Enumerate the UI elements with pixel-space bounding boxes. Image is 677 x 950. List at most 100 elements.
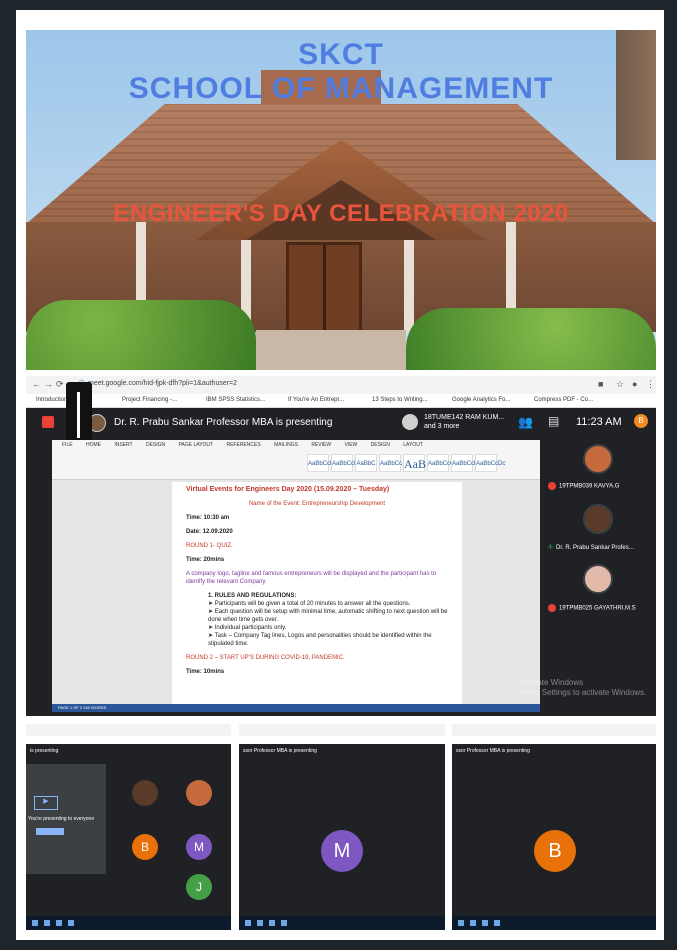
participant-avatar: M [321,830,363,872]
doc-rule: ➤ Participants will be given a total of … [208,601,411,607]
meet-header: Dr. R. Prabu Sankar Professor MBA is pre… [26,408,656,438]
joiner-avatar [402,414,418,430]
participant-avatar: M [186,834,212,860]
word-statusbar: PAGE 1 OF 2 240 WORDS [52,704,540,712]
presenting-label: ssor Professor MBA is presenting [456,748,530,754]
style-title[interactable]: AaB [403,454,426,472]
browser-toolbar: ← → ⟳ 🔒 meet.google.com/hid-fjpk-dfh?pli… [26,376,656,394]
bookmark[interactable]: IBM SPSS Statistics... [206,397,265,403]
document-page[interactable]: Virtual Events for Engineers Day 2020 (1… [172,482,462,712]
joiner-more: and 3 more [424,423,460,430]
taskbar-app-icon[interactable] [56,920,62,926]
profile-icon[interactable]: ● [632,379,637,389]
participant-name: ✣ Dr. R. Prabu Sankar Profes... [548,545,634,551]
speaking-icon: ✣ [548,545,554,551]
camera-icon[interactable]: ■ [598,379,603,389]
doc-rules-title: 1. RULES AND REGULATIONS: [208,593,297,599]
star-icon[interactable]: ☆ [616,379,624,390]
hedge [26,300,256,370]
hedge [406,308,656,370]
people-icon[interactable]: 👥 [518,415,533,429]
participant-avatar [132,780,158,806]
ribbon-tab[interactable]: REVIEW [311,442,331,448]
participant-avatar [583,564,613,594]
ribbon-tab[interactable]: VIEW [344,442,357,448]
mic-off-icon [548,482,556,490]
activate-title: Activate Windows [520,678,584,687]
joiner-name: 18TUME142 RAM KUM... [424,414,505,421]
taskbar-app-icon[interactable] [281,920,287,926]
walkway [256,330,406,370]
style-subtitle[interactable]: AaBbCcC [427,454,454,472]
back-icon[interactable]: ← [32,379,41,389]
menu-icon[interactable]: ⋮ [646,379,655,390]
bookmarks-bar: Introduction to Pro... Project Financing… [26,394,656,408]
address-bar[interactable]: meet.google.com/hid-fjpk-dfh?pli=1&authu… [88,380,237,387]
windows-taskbar [26,916,231,930]
meet-thumbnail-3: ssor Professor MBA is presenting B [452,724,656,930]
browser-toolbar [452,724,656,736]
volume-track [77,392,80,438]
doc-rule: ➤ Individual participants only. [208,625,287,631]
bookmark[interactable]: Google Analytics Fo... [452,397,510,403]
participant-avatar [583,444,613,474]
reload-icon[interactable]: ⟳ [56,379,64,390]
taskbar-app-icon[interactable] [269,920,275,926]
ribbon-tab[interactable]: HOME [86,442,101,448]
taskbar-app-icon[interactable] [257,920,263,926]
style-emphasis2[interactable]: AaBbCcDc [475,454,505,472]
style-normal[interactable]: AaBbCcDc [307,454,337,472]
ribbon-tab[interactable]: FILE [62,442,73,448]
windows-taskbar [452,916,656,930]
styles-gallery: AaBbCcDc AaBbCcDc AaBbC AaBbCc AaB AaBbC… [307,454,505,472]
bookmark[interactable]: Compress PDF - Co... [534,397,593,403]
participant-tiles: 19TPMB039 KAVYA.G ✣ Dr. R. Prabu Sankar P… [542,440,656,640]
participant-avatar [186,780,212,806]
campus-photo: SKCT SCHOOL OF MANAGEMENT ENGINEER'S DAY… [26,30,656,370]
start-icon[interactable] [458,920,464,926]
doc-heading: Virtual Events for Engineers Day 2020 (1… [186,486,390,493]
chat-icon[interactable]: ▤ [548,414,559,428]
institution-title: SKCT [298,38,384,71]
bookmark[interactable]: Project Financing -... [122,397,177,403]
wooden-door [286,242,362,334]
ribbon-tabs: FILE HOME INSERT DESIGN PAGE LAYOUT REFE… [62,442,435,448]
record-icon [42,416,54,428]
ribbon-tab[interactable]: LAYOUT [403,442,423,448]
ribbon-tab[interactable]: INSERT [114,442,132,448]
style-nospacing[interactable]: AaBbCcDc [331,454,361,472]
ribbon-tab[interactable]: DESIGN [146,442,165,448]
ribbon-tab[interactable]: DESIGN [371,442,390,448]
joiner-info: 18TUME142 RAM KUM... and 3 more [424,413,504,431]
bookmark[interactable]: If You're An Entrepr... [288,397,344,403]
ribbon-tab[interactable]: MAILINGS [274,442,298,448]
doc-time3: Time: 10mins [186,669,225,675]
windows-taskbar [239,916,445,930]
start-icon[interactable] [32,920,38,926]
taskbar-app-icon[interactable] [470,920,476,926]
bookmark[interactable]: 13 Steps to Writing... [372,397,428,403]
forward-icon[interactable]: → [44,379,53,389]
institution-subtitle: SCHOOL OF MANAGEMENT [128,72,554,105]
stop-presenting-button[interactable] [36,828,64,835]
doc-round1: ROUND 1- QUIZ. [186,543,233,549]
present-screen-icon: ▶ [34,796,58,810]
start-icon[interactable] [245,920,251,926]
self-avatar[interactable]: B [634,414,648,428]
ribbon-tab[interactable]: PAGE LAYOUT [179,442,214,448]
meet-thumbnail-1: is presenting ▶ You're presenting to eve… [26,724,231,930]
style-heading1[interactable]: AaBbC [355,454,377,472]
style-heading2[interactable]: AaBbCc [379,454,402,472]
meet-screenshot: ← → ⟳ 🔒 meet.google.com/hid-fjpk-dfh?pli… [26,376,656,716]
taskbar-app-icon[interactable] [494,920,500,926]
taskbar-app-icon[interactable] [68,920,74,926]
style-emphasis[interactable]: AaBbCcDc [451,454,481,472]
taskbar-app-icon[interactable] [482,920,488,926]
doc-rules: 1. RULES AND REGULATIONS: ➤ Participants… [186,592,448,648]
ribbon-tab[interactable]: REFERENCES [226,442,260,448]
word-ribbon: FILE HOME INSERT DESIGN PAGE LAYOUT REFE… [52,440,540,480]
presenting-label: is presenting [30,748,59,754]
shared-word-window: FILE HOME INSERT DESIGN PAGE LAYOUT REFE… [52,440,540,712]
doc-round2: ROUND 2 – START UP'S DURING COVID-19, PA… [186,655,345,661]
taskbar-app-icon[interactable] [44,920,50,926]
